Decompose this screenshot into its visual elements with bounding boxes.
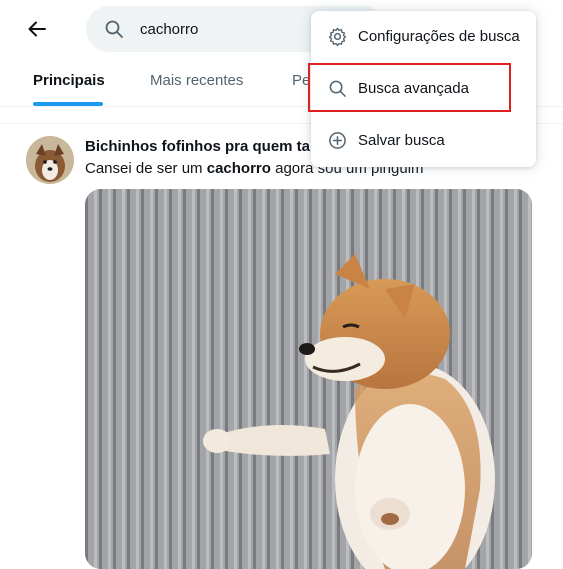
tweet-photo[interactable] [85,189,532,569]
menu-item-label: Configurações de busca [358,28,520,45]
tweet-author-name[interactable]: Bichinhos fofinhos pra quem ta [85,138,310,155]
menu-item-label: Salvar busca [358,132,445,149]
plus-circle-icon [329,132,346,149]
menu-item-salvar-busca[interactable]: Salvar busca [311,115,536,167]
menu-item-configuracoes[interactable]: Configurações de busca [311,11,536,63]
gear-icon [328,27,347,46]
tweet-text-highlight: cachorro [206,160,271,177]
highlight-annotation [308,63,511,112]
tweet-card[interactable]: Bichinhos fofinhos pra quem ta Cansei de… [0,124,563,569]
tweet-text-part: Cansei de ser um [85,160,207,177]
back-button[interactable] [22,14,52,44]
avatar[interactable] [26,136,74,184]
tab-mais-recentes[interactable]: Mais recentes [150,72,243,89]
search-icon [105,20,123,38]
tab-principais[interactable]: Principais [33,72,105,89]
back-arrow-icon [28,21,46,37]
